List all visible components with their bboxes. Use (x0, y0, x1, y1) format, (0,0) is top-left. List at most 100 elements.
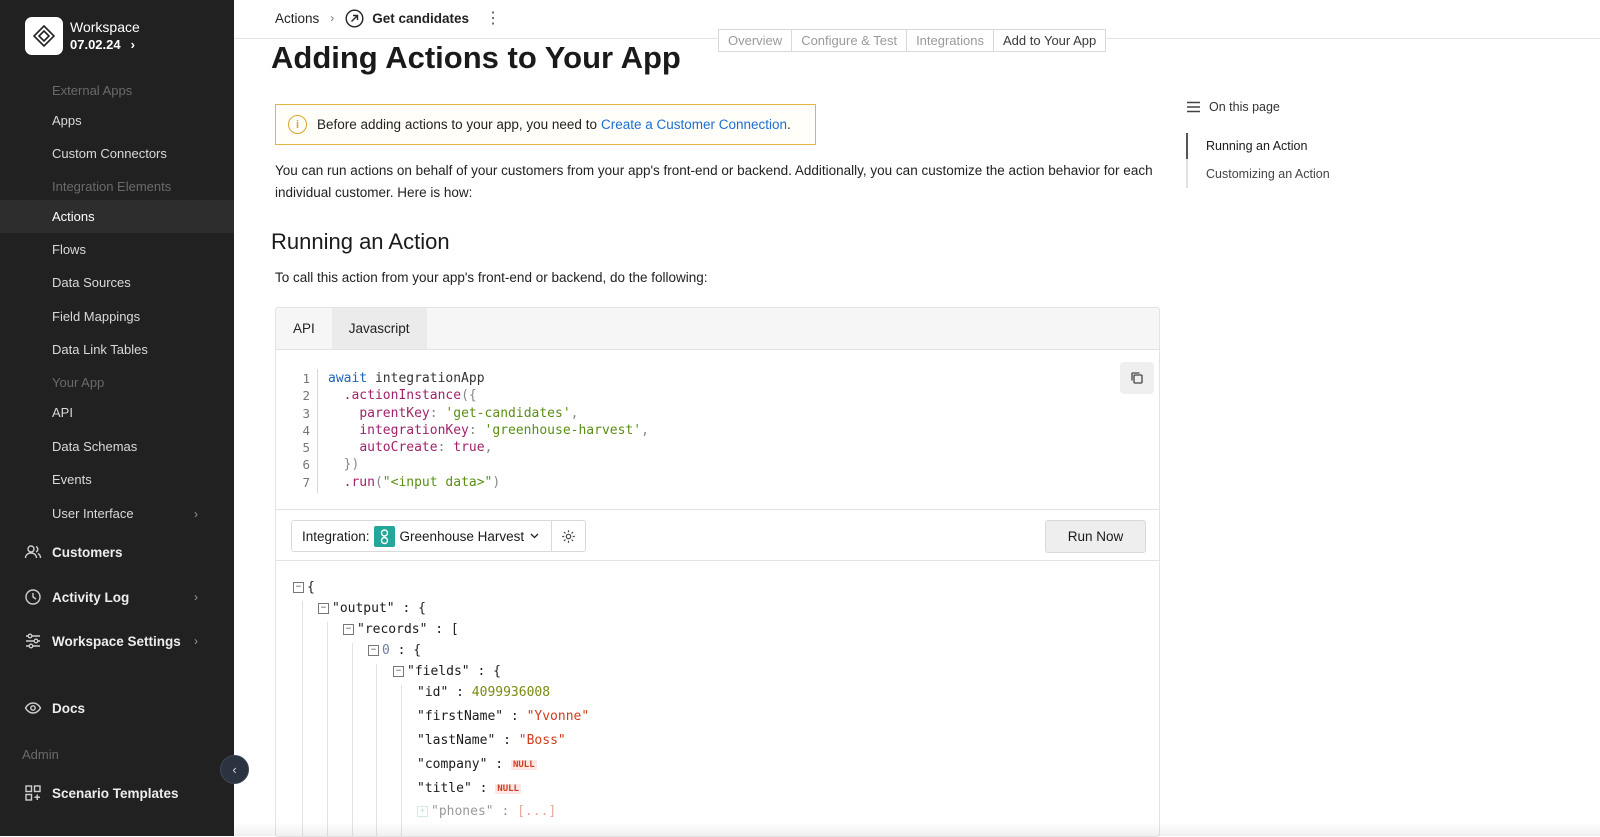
tree-guide (302, 601, 303, 836)
run-now-button[interactable]: Run Now (1045, 520, 1146, 553)
code-token: true (453, 440, 485, 456)
chevron-down-icon (530, 533, 539, 539)
sidebar-item-label: Data Schemas (52, 439, 138, 454)
sidebar-item-label: Apps (52, 113, 82, 128)
sidebar-item-customers[interactable]: Customers (0, 534, 234, 570)
sidebar-item-label: Workspace Settings (52, 633, 181, 649)
more-options-icon[interactable]: ⋮ (485, 8, 501, 28)
section-external-apps: External Apps (52, 83, 133, 98)
greenhouse-logo-icon (373, 525, 395, 547)
code-token: 'greenhouse-harvest' (484, 422, 642, 438)
sidebar-item-data-sources[interactable]: Data Sources (0, 266, 234, 299)
sidebar-item-actions[interactable]: Actions (0, 200, 234, 233)
code-line-5: autoCreate: true, (359, 440, 493, 456)
page-tabs: Overview Configure & Test Integrations A… (718, 29, 1107, 52)
json-node-records: − "records" : [ (343, 622, 459, 637)
integration-selector[interactable]: Integration: Greenhouse Harvest (291, 520, 587, 552)
tab-configure-test[interactable]: Configure & Test (792, 30, 908, 51)
tab-api[interactable]: API (276, 308, 332, 349)
json-key: "id" (417, 685, 449, 700)
json-node-fields: − "fields" : { (393, 664, 501, 679)
tab-add-to-your-app[interactable]: Add to Your App (994, 30, 1105, 51)
code-token: 'get-candidates' (445, 405, 571, 421)
code-line-4: integrationKey: 'greenhouse-harvest', (359, 422, 649, 438)
notice-banner: i Before adding actions to your app, you… (275, 104, 816, 145)
tab-overview[interactable]: Overview (719, 30, 793, 51)
collapse-toggle[interactable]: − (393, 666, 404, 677)
sidebar-item-label: Events (52, 472, 92, 487)
sidebar-item-api[interactable]: API (0, 396, 234, 429)
sidebar-item-data-link-tables[interactable]: Data Link Tables (0, 333, 234, 366)
json-key: 0 (382, 643, 390, 658)
json-key: "phones" (431, 804, 494, 819)
workspace-switcher[interactable]: Workspace 07.02.24 › (25, 17, 140, 55)
notice-text: Before adding actions to your app, you n… (317, 117, 597, 132)
sidebar-item-docs[interactable]: Docs (0, 690, 234, 726)
sidebar-item-workspace-settings[interactable]: Workspace Settings › (0, 623, 234, 659)
collapse-toggle[interactable]: − (318, 603, 329, 614)
json-key: "records" (357, 622, 428, 637)
grid-icon (25, 785, 41, 801)
sidebar-item-data-schemas[interactable]: Data Schemas (0, 430, 234, 463)
integration-settings-button[interactable] (551, 521, 585, 551)
sliders-icon (26, 633, 40, 649)
section-title: Running an Action (271, 229, 450, 254)
sidebar-item-label: User Interface (52, 506, 134, 521)
list-icon (1187, 101, 1200, 113)
info-icon: i (288, 115, 307, 134)
sidebar-item-label: Data Sources (52, 275, 131, 290)
json-key: "fields" (407, 664, 470, 679)
integration-dropdown[interactable]: Greenhouse Harvest (400, 529, 552, 544)
line-number: 5 (302, 440, 310, 456)
sidebar-item-user-interface[interactable]: User Interface › (0, 497, 234, 530)
collapse-sidebar-button[interactable]: ‹ (220, 755, 249, 784)
sidebar-item-apps[interactable]: Apps (0, 104, 234, 137)
sidebar-item-flows[interactable]: Flows (0, 233, 234, 266)
code-token: integrationKey (359, 422, 469, 438)
breadcrumb: Actions › Get candidates ⋮ (275, 8, 501, 28)
sidebar-item-custom-connectors[interactable]: Custom Connectors (0, 137, 234, 170)
chevron-right-icon: › (130, 37, 135, 52)
json-value[interactable]: [...] (517, 804, 556, 819)
sidebar-item-label: API (52, 405, 73, 420)
code-panel: API Javascript 1 2 3 4 5 6 7 await integ… (275, 307, 1160, 837)
toc-item-customizing-an-action[interactable]: Customizing an Action (1206, 167, 1330, 181)
breadcrumb-actions-link[interactable]: Actions (275, 11, 319, 26)
copy-code-button[interactable] (1120, 362, 1154, 394)
chevron-right-icon: › (330, 11, 335, 25)
collapse-toggle[interactable]: − (343, 624, 354, 635)
sidebar-item-activity-log[interactable]: Activity Log › (0, 579, 234, 615)
sidebar-item-label: Custom Connectors (52, 146, 167, 161)
json-value: 4099936008 (471, 685, 551, 700)
json-node-output: − "output" : { (318, 601, 426, 616)
on-this-page: On this page Running an Action Customizi… (1186, 100, 1330, 188)
expand-toggle[interactable]: + (417, 806, 428, 817)
notice-end: . (787, 117, 791, 132)
json-value: "Boss" (518, 733, 566, 748)
sidebar-item-field-mappings[interactable]: Field Mappings (0, 300, 234, 333)
collapse-toggle[interactable]: − (293, 582, 304, 593)
tab-javascript[interactable]: Javascript (331, 308, 427, 349)
section-admin: Admin (22, 747, 59, 762)
code-token: .run (343, 474, 375, 490)
chevron-left-icon: ‹ (232, 762, 237, 777)
sidebar-item-label: Docs (52, 700, 86, 716)
create-connection-link[interactable]: Create a Customer Connection (601, 117, 787, 132)
tab-integrations[interactable]: Integrations (907, 30, 994, 51)
sidebar-item-label: Data Link Tables (52, 342, 148, 357)
sidebar-item-scenario-templates[interactable]: Scenario Templates (0, 775, 234, 811)
toc-item-running-an-action[interactable]: Running an Action (1206, 139, 1307, 153)
sidebar-item-events[interactable]: Events (0, 463, 234, 496)
tree-guide (376, 664, 377, 836)
code-lines: await integrationApp .actionInstance({ p… (328, 370, 649, 491)
code-block: 1 2 3 4 5 6 7 await integrationApp .acti… (276, 350, 1159, 510)
json-field-lastname: "lastName" : "Boss" (417, 733, 566, 748)
code-token: .actionInstance (343, 388, 462, 404)
eye-icon (24, 702, 42, 714)
tree-guide (401, 685, 402, 836)
code-token: }) (343, 457, 360, 473)
sidebar-item-label: Scenario Templates (52, 785, 179, 801)
main-content: Adding Actions to Your App i Before addi… (234, 40, 1600, 837)
collapse-toggle[interactable]: − (368, 645, 379, 656)
sidebar-item-label: Customers (52, 544, 123, 560)
